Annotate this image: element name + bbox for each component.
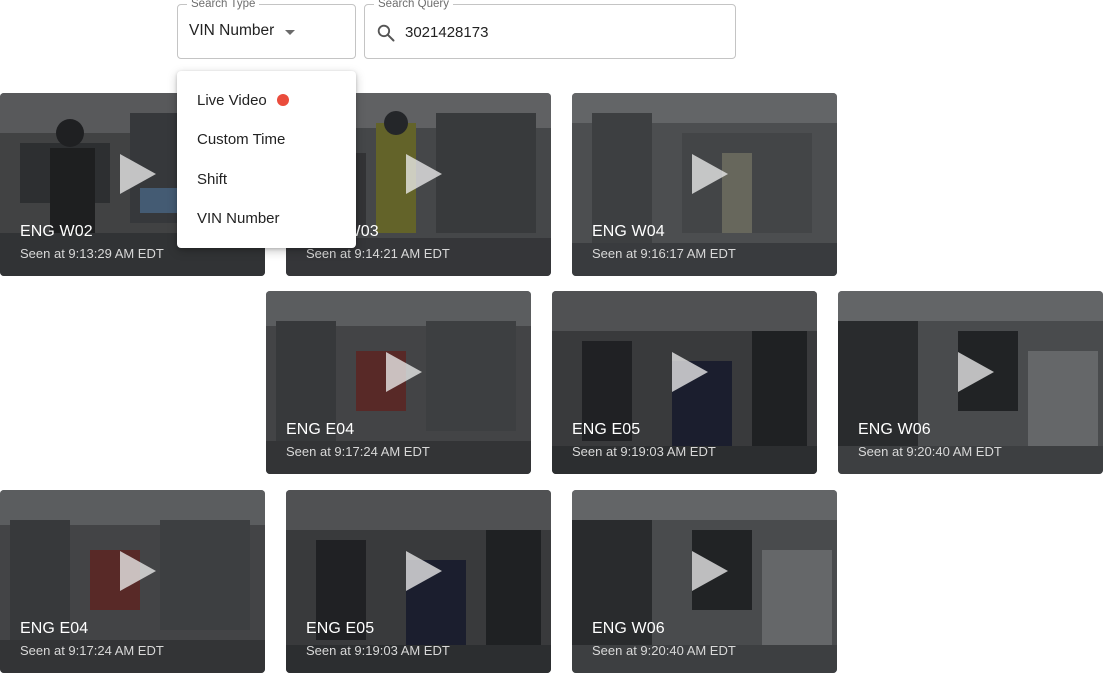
menu-item-shift[interactable]: Shift	[177, 160, 356, 199]
camera-name: ENG W02	[20, 223, 93, 240]
seen-time: Seen at 9:20:40 AM EDT	[592, 643, 736, 658]
menu-item-label: Shift	[197, 170, 228, 188]
camera-name: ENG W06	[592, 620, 665, 637]
play-icon[interactable]	[692, 551, 728, 591]
search-icon	[377, 24, 395, 42]
play-icon[interactable]	[386, 352, 422, 392]
menu-item-vin-number[interactable]: VIN Number	[177, 199, 356, 238]
video-card[interactable]: ENG W04 Seen at 9:16:17 AM EDT	[572, 93, 837, 276]
search-query-legend: Search Query	[374, 0, 453, 11]
menu-item-custom-time[interactable]: Custom Time	[177, 120, 356, 159]
seen-time: Seen at 9:16:17 AM EDT	[592, 246, 736, 261]
search-type-value: VIN Number	[189, 22, 275, 39]
search-query-input[interactable]	[405, 21, 705, 43]
menu-item-label: Custom Time	[197, 131, 286, 149]
search-type-legend: Search Type	[187, 0, 260, 11]
menu-item-live-video[interactable]: Live Video	[177, 81, 356, 120]
seen-time: Seen at 9:20:40 AM EDT	[858, 444, 1002, 459]
seen-time: Seen at 9:17:24 AM EDT	[286, 444, 430, 459]
play-icon[interactable]	[120, 551, 156, 591]
video-card[interactable]: ENG W06 Seen at 9:20:40 AM EDT	[838, 291, 1103, 474]
seen-time: Seen at 9:13:29 AM EDT	[20, 246, 164, 261]
search-type-select[interactable]: Search Type VIN Number	[177, 0, 356, 59]
camera-name: ENG E05	[306, 620, 375, 637]
play-icon[interactable]	[958, 352, 994, 392]
video-card[interactable]: ENG W06 Seen at 9:20:40 AM EDT	[572, 490, 837, 673]
search-query-field[interactable]: Search Query	[364, 0, 736, 59]
play-icon[interactable]	[120, 154, 156, 194]
camera-name: ENG E04	[286, 421, 355, 438]
live-indicator-icon	[276, 94, 289, 107]
camera-name: ENG E05	[572, 421, 641, 438]
video-card[interactable]: ENG E05 Seen at 9:19:03 AM EDT	[286, 490, 551, 673]
seen-time: Seen at 9:19:03 AM EDT	[306, 643, 450, 658]
video-card[interactable]: ENG E04 Seen at 9:17:24 AM EDT	[0, 490, 265, 673]
seen-time: Seen at 9:19:03 AM EDT	[572, 444, 716, 459]
play-icon[interactable]	[406, 551, 442, 591]
search-type-menu: Live Video Custom Time Shift VIN Number	[177, 71, 356, 248]
video-card[interactable]: ENG E04 Seen at 9:17:24 AM EDT	[266, 291, 531, 474]
play-icon[interactable]	[692, 154, 728, 194]
seen-time: Seen at 9:17:24 AM EDT	[20, 643, 164, 658]
dropdown-arrow-icon[interactable]	[285, 30, 295, 35]
seen-time: Seen at 9:14:21 AM EDT	[306, 246, 450, 261]
camera-name: ENG W06	[858, 421, 931, 438]
menu-item-label: VIN Number	[197, 209, 280, 227]
camera-name: ENG W04	[592, 223, 665, 240]
play-icon[interactable]	[406, 154, 442, 194]
camera-name: ENG E04	[20, 620, 89, 637]
play-icon[interactable]	[672, 352, 708, 392]
menu-item-label: Live Video	[197, 92, 267, 109]
video-card[interactable]: ENG E05 Seen at 9:19:03 AM EDT	[552, 291, 817, 474]
